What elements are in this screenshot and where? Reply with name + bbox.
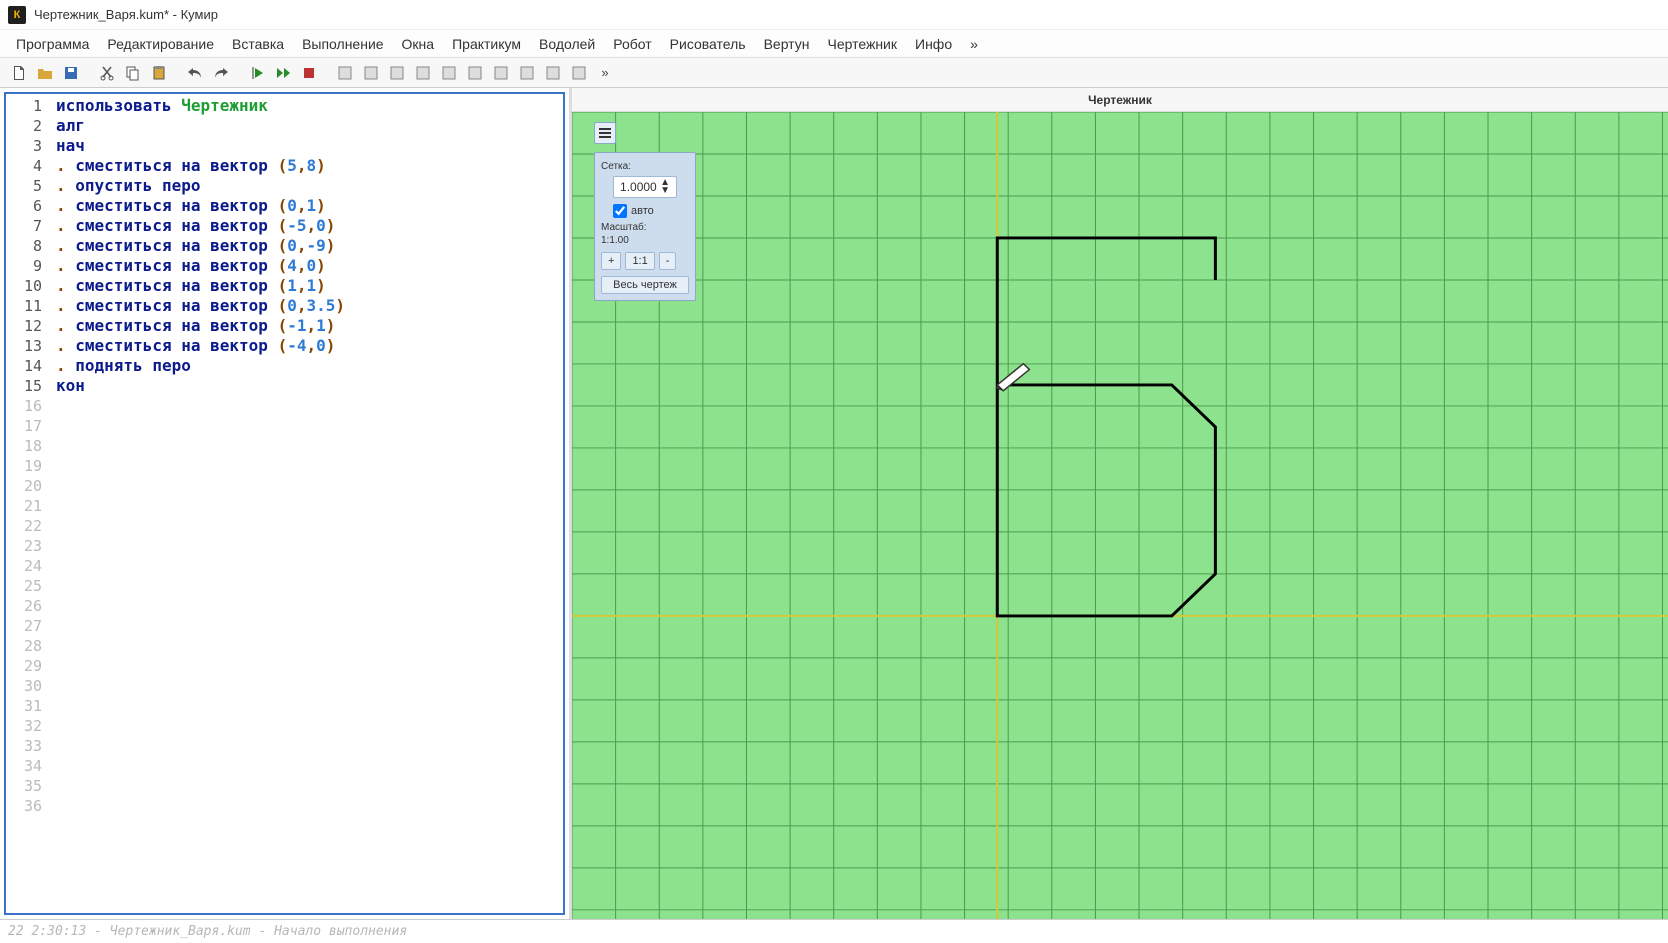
code-area[interactable]: использовать Чертежникалгнач. сместиться…: [50, 94, 563, 913]
code-editor[interactable]: 1234567891011121314151617181920212223242…: [4, 92, 565, 915]
cut-button[interactable]: [96, 62, 118, 84]
t2-button[interactable]: [360, 62, 382, 84]
canvas-title: Чертежник: [572, 88, 1668, 112]
grid-svg: [572, 112, 1668, 919]
save-file-button[interactable]: [60, 62, 82, 84]
menu-5[interactable]: Практикум: [444, 33, 529, 55]
message-bar: 22 2:30:13 - Чертежник_Варя.kum - Начало…: [0, 919, 1668, 943]
menu-6[interactable]: Водолей: [531, 33, 603, 55]
menu-2[interactable]: Вставка: [224, 33, 292, 55]
menu-0[interactable]: Программа: [8, 33, 97, 55]
t4-button[interactable]: [412, 62, 434, 84]
spinner-icon[interactable]: ▲▼: [660, 179, 670, 195]
auto-label: авто: [631, 205, 654, 217]
new-file-button[interactable]: [8, 62, 30, 84]
grid-step-input[interactable]: 1.0000 ▲▼: [613, 176, 677, 198]
auto-checkbox[interactable]: [613, 204, 627, 218]
drawing-canvas[interactable]: Сетка: 1.0000 ▲▼ авто Масштаб: 1:1.00 + …: [572, 112, 1668, 919]
menu-7[interactable]: Робот: [605, 33, 659, 55]
toolbar-more[interactable]: »: [594, 62, 616, 84]
t10-button[interactable]: [568, 62, 590, 84]
menu-more[interactable]: »: [962, 33, 986, 55]
t8-button[interactable]: [516, 62, 538, 84]
line-gutter: 1234567891011121314151617181920212223242…: [6, 94, 50, 913]
menu-11[interactable]: Инфо: [907, 33, 960, 55]
stop-button[interactable]: [298, 62, 320, 84]
scale-value: 1:1.00: [601, 235, 689, 246]
toolbar: »: [0, 58, 1668, 88]
t6-button[interactable]: [464, 62, 486, 84]
t1-button[interactable]: [334, 62, 356, 84]
editor-pane: 1234567891011121314151617181920212223242…: [0, 88, 572, 919]
menu-10[interactable]: Чертежник: [819, 33, 905, 55]
zoom-reset-button[interactable]: 1:1: [625, 252, 654, 270]
grid-label: Сетка:: [601, 161, 689, 172]
open-file-button[interactable]: [34, 62, 56, 84]
menu-3[interactable]: Выполнение: [294, 33, 391, 55]
zoom-out-button[interactable]: -: [659, 252, 677, 270]
copy-button[interactable]: [122, 62, 144, 84]
scale-label: Масштаб:: [601, 222, 689, 233]
t7-button[interactable]: [490, 62, 512, 84]
canvas-pane: Чертежник Сетка: 1.0000 ▲▼ авто Масштаб:…: [572, 88, 1668, 919]
step-button[interactable]: [272, 62, 294, 84]
menu-9[interactable]: Вертун: [756, 33, 818, 55]
window-title: Чертежник_Варя.kum* - Кумир: [34, 7, 218, 22]
menubar: ПрограммаРедактированиеВставкаВыполнение…: [0, 30, 1668, 58]
app-icon: К: [8, 6, 26, 24]
titlebar: К Чертежник_Варя.kum* - Кумир: [0, 0, 1668, 30]
t5-button[interactable]: [438, 62, 460, 84]
menu-1[interactable]: Редактирование: [99, 33, 222, 55]
fit-button[interactable]: Весь чертеж: [601, 276, 689, 294]
redo-button[interactable]: [210, 62, 232, 84]
canvas-menu-button[interactable]: [594, 122, 616, 144]
paste-button[interactable]: [148, 62, 170, 84]
zoom-in-button[interactable]: +: [601, 252, 621, 270]
menu-8[interactable]: Рисователь: [662, 33, 754, 55]
canvas-control-panel: Сетка: 1.0000 ▲▼ авто Масштаб: 1:1.00 + …: [594, 152, 696, 301]
t3-button[interactable]: [386, 62, 408, 84]
menu-4[interactable]: Окна: [394, 33, 443, 55]
t9-button[interactable]: [542, 62, 564, 84]
undo-button[interactable]: [184, 62, 206, 84]
run-button[interactable]: [246, 62, 268, 84]
